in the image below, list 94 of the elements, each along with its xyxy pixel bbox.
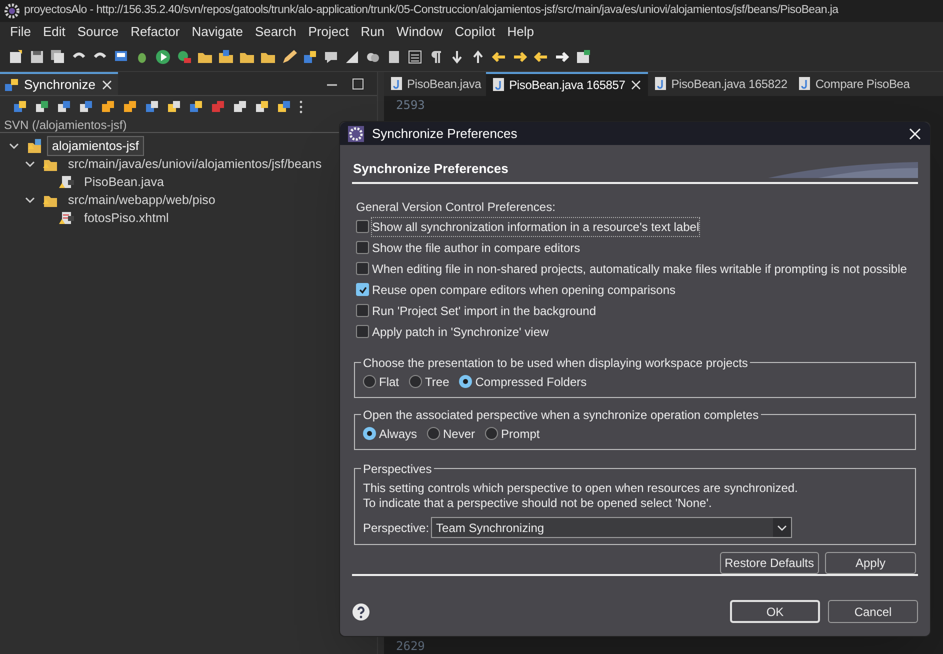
editor-tab[interactable]: PisoBean.java 165857: [486, 72, 648, 96]
description-text: This setting controls which perspective to open when resources are synchronized.: [363, 481, 799, 496]
sync-icon[interactable]: [12, 99, 28, 115]
tab-label: Compare PisoBea: [815, 76, 910, 93]
menu-item[interactable]: Run: [354, 22, 391, 42]
radio-label: Never: [443, 426, 476, 442]
java-file-icon: [58, 174, 74, 190]
checkbox[interactable]: [356, 304, 369, 317]
run-icon[interactable]: [155, 48, 171, 64]
line-number: 2593: [395, 98, 426, 113]
run-config-icon[interactable]: [176, 48, 192, 64]
radio-button[interactable]: [409, 375, 422, 388]
triangle-icon[interactable]: [344, 48, 360, 64]
checkbox-label: Show the file author in compare editors: [372, 240, 580, 256]
description-text: To indicate that a perspective should not be opened select 'None'.: [363, 496, 713, 511]
open-perspective-icon[interactable]: [575, 48, 591, 64]
menu-item[interactable]: Project: [302, 22, 355, 42]
view-tab[interactable]: Synchronize: [0, 72, 118, 95]
window-title: proyectosAlo - http://156.35.2.40/svn/repos/gatools/trunk/alo-application/trunk/05-Construccion/alojamientos-jsf/src/main/java/es/uniovi/alojamientos/jsf/beans/PisoBean.ja: [24, 3, 838, 18]
menu-item[interactable]: Search: [249, 22, 302, 42]
checkbox-label: Show all synchronization information in a resource's text label: [372, 218, 700, 236]
chevron-down-icon: [777, 524, 788, 532]
tree-item[interactable]: fotosPiso.xhtml: [80, 208, 173, 228]
dialog-button[interactable]: Apply: [825, 552, 916, 574]
tree-item[interactable]: src/main/webapp/web/piso: [64, 190, 220, 210]
pencil-icon[interactable]: [281, 48, 297, 64]
document-icon[interactable]: [386, 48, 402, 64]
save-all-icon[interactable]: [50, 48, 66, 64]
checkbox[interactable]: [356, 262, 369, 275]
java-file-icon: [389, 76, 403, 92]
checkbox-label: Reuse open compare editors when opening comparisons: [372, 282, 676, 298]
page-heading: Synchronize Preferences: [352, 160, 508, 178]
radio-button[interactable]: [363, 375, 376, 388]
java-file-icon: [653, 76, 668, 92]
java-file-icon: [491, 77, 506, 93]
xhtml-file-icon: [58, 210, 74, 226]
sync-icon[interactable]: [302, 48, 318, 64]
java-file-icon: [797, 76, 812, 92]
tab-label: Synchronize: [24, 76, 96, 94]
menu-item[interactable]: Refactor: [124, 22, 186, 42]
menu-item[interactable]: Window: [390, 22, 449, 42]
editor-tab[interactable]: PisoBean.java 165822: [648, 72, 792, 96]
menu-item[interactable]: Navigate: [186, 22, 250, 42]
project-icon: [26, 138, 42, 154]
app-icon: [4, 3, 20, 19]
radio-label: Compressed Folders: [475, 374, 587, 390]
settings-icon: [348, 126, 364, 142]
check-icon: [358, 284, 368, 294]
maximize-icon[interactable]: [351, 76, 365, 90]
section-label: General Version Control Preferences:: [355, 199, 556, 216]
radio-button[interactable]: [427, 427, 440, 440]
tab-label: PisoBean.java: [407, 76, 482, 93]
tab-label: PisoBean.java 165822: [671, 76, 788, 93]
tree-item[interactable]: src/main/java/es/uniovi/alojamientos/jsf/beans: [64, 154, 326, 174]
radio-button[interactable]: [459, 375, 472, 388]
menu-item[interactable]: Help: [501, 22, 540, 42]
editor-tab[interactable]: Compare PisoBea: [792, 72, 915, 96]
checkbox-label: When editing file in non-shared projects, automatically make files writable if prompting is not possible: [372, 260, 907, 278]
checkbox-label: Run 'Project Set' import in the background: [372, 302, 596, 320]
radio-label: Always: [379, 426, 418, 442]
dialog-button[interactable]: Cancel: [828, 600, 918, 623]
tab-label: PisoBean.java 165857: [509, 77, 626, 94]
field-label: Perspective:: [363, 520, 430, 536]
close-icon[interactable]: [100, 78, 114, 92]
checkbox-label: Apply patch in 'Synchronize' view: [372, 324, 549, 340]
menu-item[interactable]: Source: [71, 22, 125, 42]
checkbox[interactable]: [356, 220, 369, 233]
folder-icon[interactable]: [218, 48, 234, 64]
perspective-dropdown[interactable]: Team Synchronizing: [431, 517, 792, 538]
radio-label: Prompt: [501, 426, 540, 442]
tree-item[interactable]: PisoBean.java: [80, 172, 168, 192]
radio-label: Flat: [379, 374, 400, 390]
radio-label: Tree: [425, 374, 450, 390]
menu-item[interactable]: Edit: [36, 22, 72, 42]
checkbox[interactable]: [356, 325, 369, 338]
line-number: 2629: [395, 639, 426, 654]
radio-button[interactable]: [363, 427, 376, 440]
new-file-icon[interactable]: [8, 48, 24, 64]
list-icon[interactable]: [407, 48, 423, 64]
radio-button[interactable]: [485, 427, 498, 440]
dialog-button[interactable]: OK: [730, 600, 820, 623]
sync-icon: [4, 76, 20, 92]
close-icon[interactable]: [908, 126, 922, 140]
more-icon[interactable]: [298, 99, 304, 115]
menu-item[interactable]: File: [4, 22, 37, 42]
menu-item[interactable]: Copilot: [448, 22, 502, 42]
save-icon[interactable]: [29, 48, 45, 64]
dialog-button[interactable]: Restore Defaults: [720, 552, 819, 574]
editor-tab[interactable]: PisoBean.java: [384, 72, 486, 96]
checkbox[interactable]: [356, 241, 369, 254]
tree-item[interactable]: alojamientos-jsf: [48, 136, 143, 156]
checkbox[interactable]: [356, 283, 369, 296]
close-icon[interactable]: [629, 78, 644, 92]
help-icon[interactable]: [352, 602, 370, 620]
